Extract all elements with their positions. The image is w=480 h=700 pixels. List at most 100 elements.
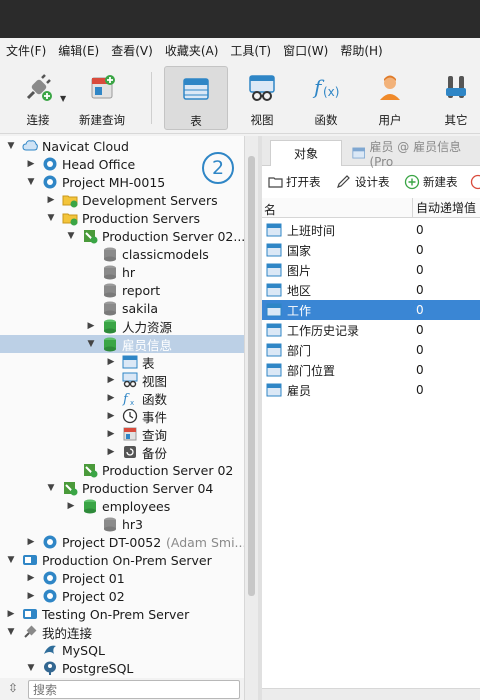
delete-table-button[interactable] bbox=[470, 174, 480, 190]
new-query-button[interactable]: 新建查询 bbox=[70, 66, 134, 130]
chevron-down-icon[interactable]: ▼ bbox=[60, 94, 66, 103]
folder-icon bbox=[62, 195, 78, 208]
chevron-down-icon[interactable]: ▼ bbox=[26, 663, 36, 673]
tree-item[interactable]: report bbox=[0, 281, 244, 299]
chevron-right-icon[interactable]: ▶ bbox=[26, 591, 36, 601]
menu-help[interactable]: 帮助(H) bbox=[340, 42, 382, 59]
tab-table[interactable]: 雇员 @ 雇员信息 (Pro bbox=[344, 140, 480, 169]
tree-item[interactable]: ▼ Production On-Prem Server bbox=[0, 551, 244, 569]
project-icon bbox=[43, 571, 57, 585]
connect-button[interactable]: 连接 ▼ bbox=[6, 66, 70, 130]
tree-item[interactable]: ▼ Production Server 04 bbox=[0, 479, 244, 497]
window-titlebar bbox=[0, 0, 480, 38]
open-table-button[interactable]: 打开表 bbox=[268, 174, 321, 190]
tree-item[interactable]: ▶ Project 01 bbox=[0, 569, 244, 587]
other-button[interactable]: 其它 bbox=[424, 66, 480, 130]
chevron-down-icon[interactable]: ▼ bbox=[46, 483, 56, 493]
search-options-icon[interactable]: ⇳ bbox=[8, 681, 18, 695]
tree-item-label: 备份 bbox=[142, 445, 168, 461]
table-row[interactable]: 部门位置 0 bbox=[262, 360, 480, 380]
main-toolbar: 连接 ▼ 新建查询 表 视图 f (x) 函数 用户 其它 bbox=[0, 62, 480, 134]
tree-item[interactable]: ▼ Production Servers bbox=[0, 209, 244, 227]
tree-item[interactable]: ▼ Navicat Cloud bbox=[0, 137, 244, 155]
tree-item-label: Project MH-0015 bbox=[62, 174, 166, 190]
new-table-button[interactable]: 新建表 bbox=[404, 174, 458, 190]
tree-item[interactable]: ▶ 查询 bbox=[0, 425, 244, 443]
table-row[interactable]: 地区 0 bbox=[262, 280, 480, 300]
table-row[interactable]: 工作 0 bbox=[262, 300, 480, 320]
tree-item[interactable]: Production Server 02 bbox=[0, 461, 244, 479]
tree-item[interactable]: ▼ Production Server 02... bbox=[0, 227, 244, 245]
tree-item[interactable]: ▼ 雇员信息 bbox=[0, 335, 244, 353]
chevron-down-icon[interactable]: ▼ bbox=[86, 339, 96, 349]
chevron-down-icon[interactable]: ▼ bbox=[6, 555, 16, 565]
table-row[interactable]: 工作历史记录 0 bbox=[262, 320, 480, 340]
tree-item[interactable]: ▶ Testing On-Prem Server bbox=[0, 605, 244, 623]
tree-item[interactable]: ▶ 人力资源 bbox=[0, 317, 244, 335]
tab-objects[interactable]: 对象 bbox=[270, 140, 342, 166]
scrollbar-thumb[interactable] bbox=[248, 156, 255, 596]
user-button[interactable]: 用户 bbox=[358, 66, 422, 130]
design-table-button[interactable]: 设计表 bbox=[336, 174, 390, 190]
tree-item[interactable]: ▶ 备份 bbox=[0, 443, 244, 461]
chevron-right-icon[interactable]: ▶ bbox=[86, 321, 96, 331]
chevron-right-icon[interactable]: ▶ bbox=[26, 573, 36, 583]
tree-item[interactable]: MySQL bbox=[0, 641, 244, 659]
chevron-down-icon[interactable]: ▼ bbox=[66, 231, 76, 241]
chevron-right-icon[interactable]: ▶ bbox=[26, 537, 36, 547]
menu-favorites[interactable]: 收藏夹(A) bbox=[165, 42, 219, 59]
chevron-right-icon[interactable]: ▶ bbox=[106, 429, 116, 439]
tree-item[interactable]: ▶ f x 函数 bbox=[0, 389, 244, 407]
chevron-right-icon[interactable]: ▶ bbox=[66, 501, 76, 511]
connection-tree[interactable]: ▼ Navicat Cloud ▶ Head Office ▼ Project MH-00… bbox=[0, 136, 244, 678]
tree-item[interactable]: ▶ employees bbox=[0, 497, 244, 515]
menu-edit[interactable]: 编辑(E) bbox=[58, 42, 99, 59]
chevron-down-icon[interactable]: ▼ bbox=[6, 627, 16, 637]
chevron-right-icon[interactable]: ▶ bbox=[106, 447, 116, 457]
grid-horizontal-scrollbar[interactable] bbox=[262, 688, 480, 700]
tree-scrollbar[interactable] bbox=[244, 136, 258, 700]
tree-item[interactable]: ▼ PostgreSQL bbox=[0, 659, 244, 677]
menu-window[interactable]: 窗口(W) bbox=[283, 42, 328, 59]
chevron-right-icon[interactable]: ▶ bbox=[26, 159, 36, 169]
function-label: 函数 bbox=[314, 113, 338, 127]
view-button[interactable]: 视图 bbox=[230, 66, 294, 130]
table-row[interactable]: 上班时间 0 bbox=[262, 220, 480, 240]
tree-item[interactable]: ▶ Project DT-0052 (Adam Smi... bbox=[0, 533, 244, 551]
function-button[interactable]: f (x) 函数 bbox=[294, 66, 358, 130]
minus-circle-icon bbox=[470, 174, 480, 190]
menu-view[interactable]: 查看(V) bbox=[111, 42, 153, 59]
chevron-right-icon[interactable]: ▶ bbox=[106, 411, 116, 421]
tree-item[interactable]: sakila bbox=[0, 299, 244, 317]
table-row[interactable]: 雇员 0 bbox=[262, 380, 480, 400]
tree-item[interactable]: ▶ Project 02 bbox=[0, 587, 244, 605]
table-row[interactable]: 部门 0 bbox=[262, 340, 480, 360]
tree-item[interactable]: ▶ Development Servers bbox=[0, 191, 244, 209]
column-header-auto-increment[interactable]: 自动递增值 bbox=[412, 198, 476, 218]
menu-file[interactable]: 文件(F) bbox=[6, 42, 46, 59]
tree-item[interactable]: hr3 bbox=[0, 515, 244, 533]
tree-item[interactable]: hr bbox=[0, 263, 244, 281]
chevron-right-icon[interactable]: ▶ bbox=[46, 195, 56, 205]
tree-item[interactable]: ▶ 事件 bbox=[0, 407, 244, 425]
user-icon bbox=[380, 75, 400, 100]
tab-bar: 对象 雇员 @ 雇员信息 (Pro bbox=[262, 136, 480, 169]
user-label: 用户 bbox=[378, 113, 402, 127]
chevron-down-icon[interactable]: ▼ bbox=[26, 177, 36, 187]
tree-item[interactable]: classicmodels bbox=[0, 245, 244, 263]
chevron-down-icon[interactable]: ▼ bbox=[6, 141, 16, 151]
column-header-name[interactable]: 名 bbox=[264, 201, 276, 218]
chevron-right-icon[interactable]: ▶ bbox=[106, 375, 116, 385]
search-input[interactable] bbox=[29, 681, 239, 698]
chevron-right-icon[interactable]: ▶ bbox=[106, 393, 116, 403]
tree-item[interactable]: ▶ 视图 bbox=[0, 371, 244, 389]
table-button[interactable]: 表 bbox=[164, 66, 228, 130]
chevron-down-icon[interactable]: ▼ bbox=[46, 213, 56, 223]
tree-item[interactable]: ▼ 我的连接 bbox=[0, 623, 244, 641]
table-row[interactable]: 国家 0 bbox=[262, 240, 480, 260]
menu-tools[interactable]: 工具(T) bbox=[230, 42, 271, 59]
tree-item[interactable]: ▶ 表 bbox=[0, 353, 244, 371]
chevron-right-icon[interactable]: ▶ bbox=[6, 609, 16, 619]
table-row[interactable]: 图片 0 bbox=[262, 260, 480, 280]
chevron-right-icon[interactable]: ▶ bbox=[106, 357, 116, 367]
